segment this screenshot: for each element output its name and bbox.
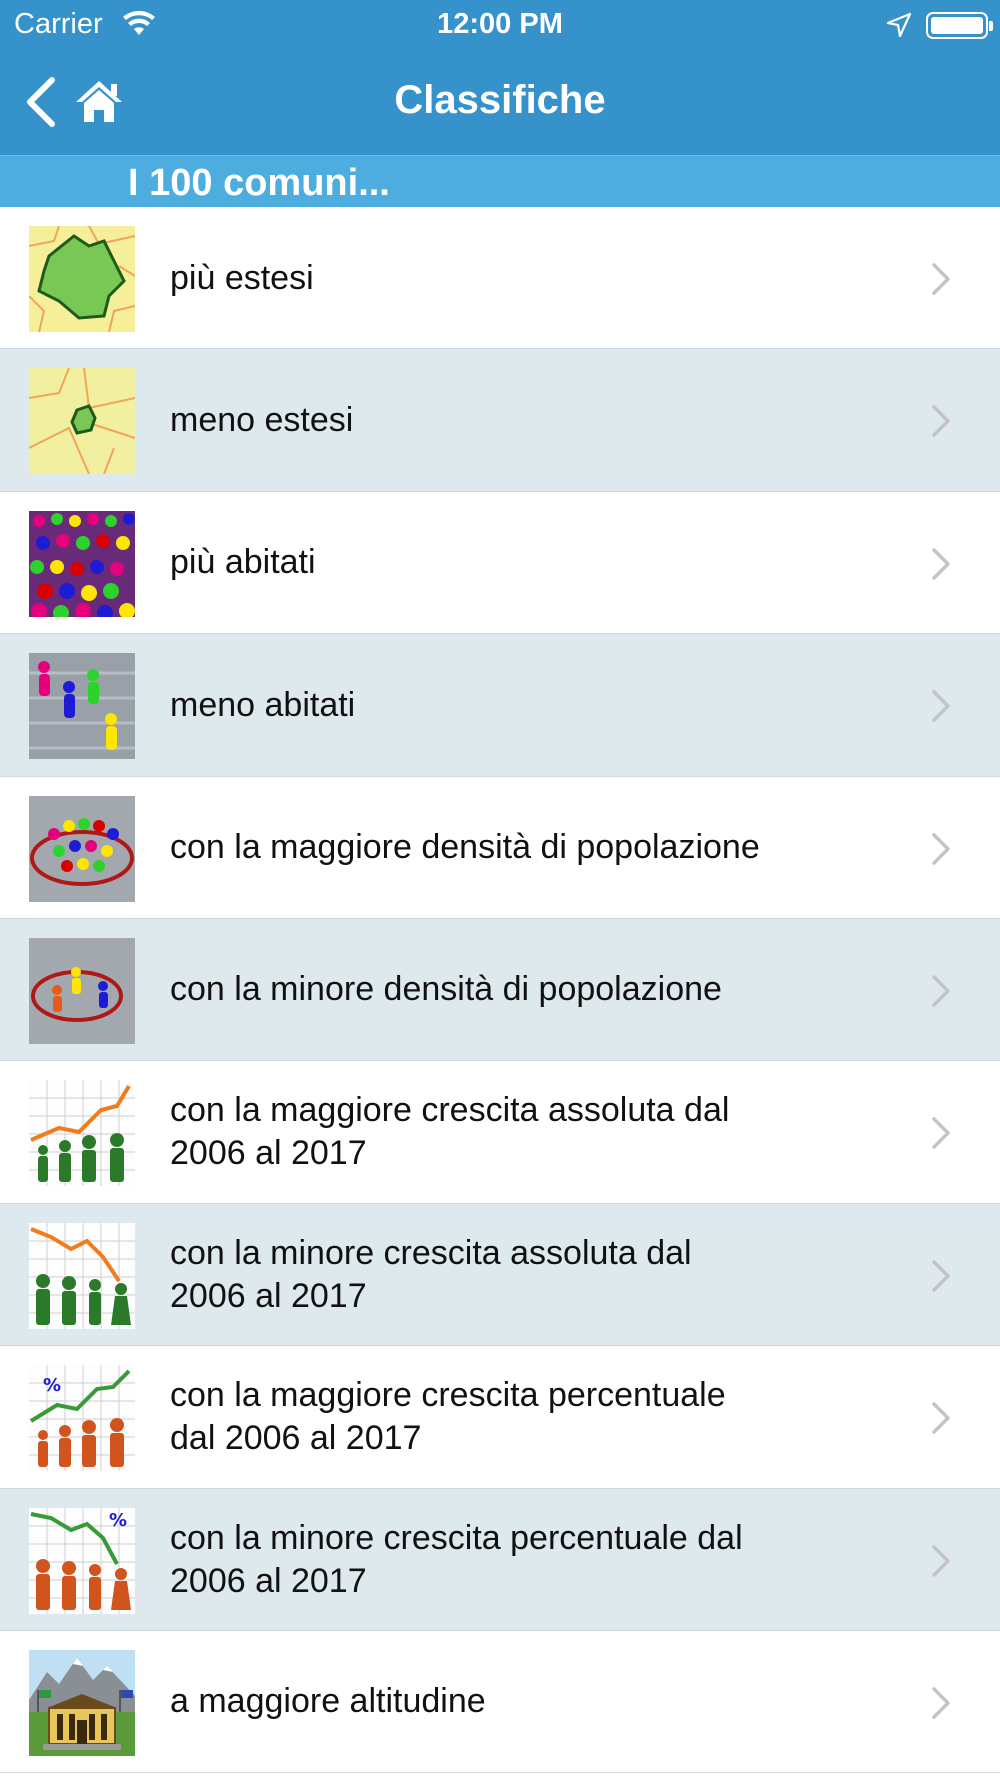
chevron-right-icon — [932, 1117, 950, 1150]
crowd-icon — [29, 510, 135, 617]
small-area-map-icon — [29, 368, 135, 475]
section-header: I 100 comuni... — [0, 155, 1000, 207]
list-item-label: meno estesi — [170, 400, 354, 439]
decline-chart-icon — [29, 1222, 135, 1329]
list-item[interactable]: % con la minore crescita percentuale dal… — [0, 1488, 1000, 1631]
list-item[interactable]: con la minore densità di popolazione — [0, 918, 1000, 1062]
large-area-map-icon — [29, 226, 135, 332]
dense-crowd-circle-icon — [29, 795, 135, 902]
chevron-right-icon — [932, 832, 950, 865]
mountain-town-hall-icon — [29, 1649, 135, 1756]
list-item-label: a maggiore altitudine — [170, 1682, 486, 1721]
list-item[interactable]: con la maggiore densità di popolazione — [0, 776, 1000, 919]
list-item-label: meno abitati — [170, 685, 356, 724]
sparse-crowd-circle-icon — [29, 937, 135, 1044]
list-item-label: con la maggiore crescita percentuale dal… — [170, 1376, 726, 1458]
chevron-right-icon — [932, 975, 950, 1007]
percent-growth-chart-icon: % — [29, 1365, 135, 1472]
section-title: I 100 comuni... — [128, 162, 390, 204]
chevron-right-icon — [932, 548, 950, 580]
chevron-right-icon — [932, 263, 950, 295]
status-bar: Carrier 12:00 PM — [0, 0, 1000, 50]
list-item[interactable]: più estesi — [0, 207, 1000, 350]
svg-text:%: % — [43, 1375, 61, 1396]
growth-chart-icon — [29, 1080, 135, 1187]
list-item-label: con la minore densità di popolazione — [170, 970, 722, 1009]
chevron-right-icon — [932, 1259, 950, 1292]
rankings-list: più estesi meno estesi più abitati meno … — [0, 207, 1000, 1774]
list-item-label: più estesi — [170, 258, 314, 297]
list-item-label: più abitati — [170, 543, 316, 582]
chevron-right-icon — [932, 405, 950, 438]
list-item[interactable]: meno abitati — [0, 634, 1000, 777]
few-people-icon — [29, 653, 135, 760]
list-item-label: con la maggiore densità di popolazione — [170, 828, 760, 867]
list-item[interactable]: con la maggiore crescita assoluta dal 20… — [0, 1061, 1000, 1204]
percent-decline-chart-icon: % — [29, 1507, 135, 1614]
location-arrow-icon — [886, 12, 912, 38]
chevron-right-icon — [932, 690, 950, 722]
navigation-bar: Classifiche — [0, 50, 1000, 155]
list-item[interactable]: a maggiore altitudine — [0, 1630, 1000, 1774]
chevron-right-icon — [932, 1402, 950, 1434]
chevron-right-icon — [932, 1544, 950, 1577]
status-time: 12:00 PM — [437, 8, 563, 40]
battery-icon — [926, 12, 993, 39]
top-bar: Carrier 12:00 PM Classifiche — [0, 0, 1000, 155]
list-item[interactable]: % con la maggiore crescita percentuale d… — [0, 1346, 1000, 1489]
list-item-label: con la maggiore crescita assoluta dal 20… — [170, 1091, 730, 1173]
list-item[interactable]: meno estesi — [0, 349, 1000, 492]
list-item-label: con la minore crescita percentuale dal 2… — [170, 1518, 743, 1600]
list-item-label: con la minore crescita assoluta dal 2006… — [170, 1233, 692, 1315]
page-title: Classifiche — [394, 78, 606, 122]
list-item[interactable]: con la minore crescita assoluta dal 2006… — [0, 1203, 1000, 1347]
svg-text:%: % — [109, 1510, 127, 1531]
list-item[interactable]: più abitati — [0, 491, 1000, 635]
chevron-right-icon — [932, 1687, 950, 1719]
